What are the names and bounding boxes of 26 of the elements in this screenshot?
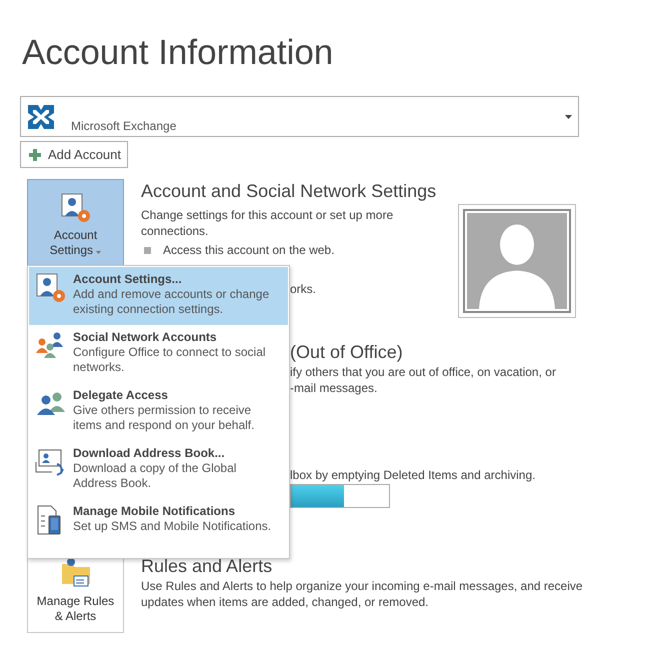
bullet-icon [144,246,151,254]
account-settings-button[interactable]: Account Settings [27,179,124,267]
account-dropdown[interactable]: Microsoft Exchange [20,96,579,137]
add-account-button[interactable]: Add Account [20,141,128,168]
section-description: Use Rules and Alerts to help organize your incoming e-mail messages, and receive updates when items are added, changed, or removed. [141,578,584,610]
section-description: ify others that you are out of office, on vacation, or [290,364,556,380]
plus-icon [29,148,41,160]
section-description: Change settings for this account or set up more connections. [141,207,394,239]
text-fragment: orks. [290,281,318,297]
person-gear-icon [60,192,92,224]
section-heading: Account and Social Network Settings [141,180,438,203]
caret-icon [96,251,102,254]
menu-item[interactable]: Download Address Book... Download a copy of the Global Address Book. [29,441,288,499]
person-gear-icon [35,272,67,304]
section-description: -mail messages. [290,380,378,396]
caret-icon [565,114,572,118]
page-title: Account Information [22,32,334,74]
avatar-silhouette-icon [467,213,567,309]
account-type: Microsoft Exchange [71,118,178,132]
menu-item[interactable]: Account Settings... Add and remove accounts or change existing connection settings. [29,267,288,325]
menu-item[interactable]: Delegate Access Give others permission to receive items and respond on your behalf. [29,383,288,441]
menu-item[interactable]: Social Network Accounts Configure Office to connect to social networks. [29,325,288,383]
section-heading: (Out of Office) [290,341,404,364]
section-heading: Rules and Alerts [141,555,274,578]
web-access-text: Access this account on the web. [163,242,334,258]
section-description: lbox by emptying Deleted Items and archiving. [290,467,536,483]
